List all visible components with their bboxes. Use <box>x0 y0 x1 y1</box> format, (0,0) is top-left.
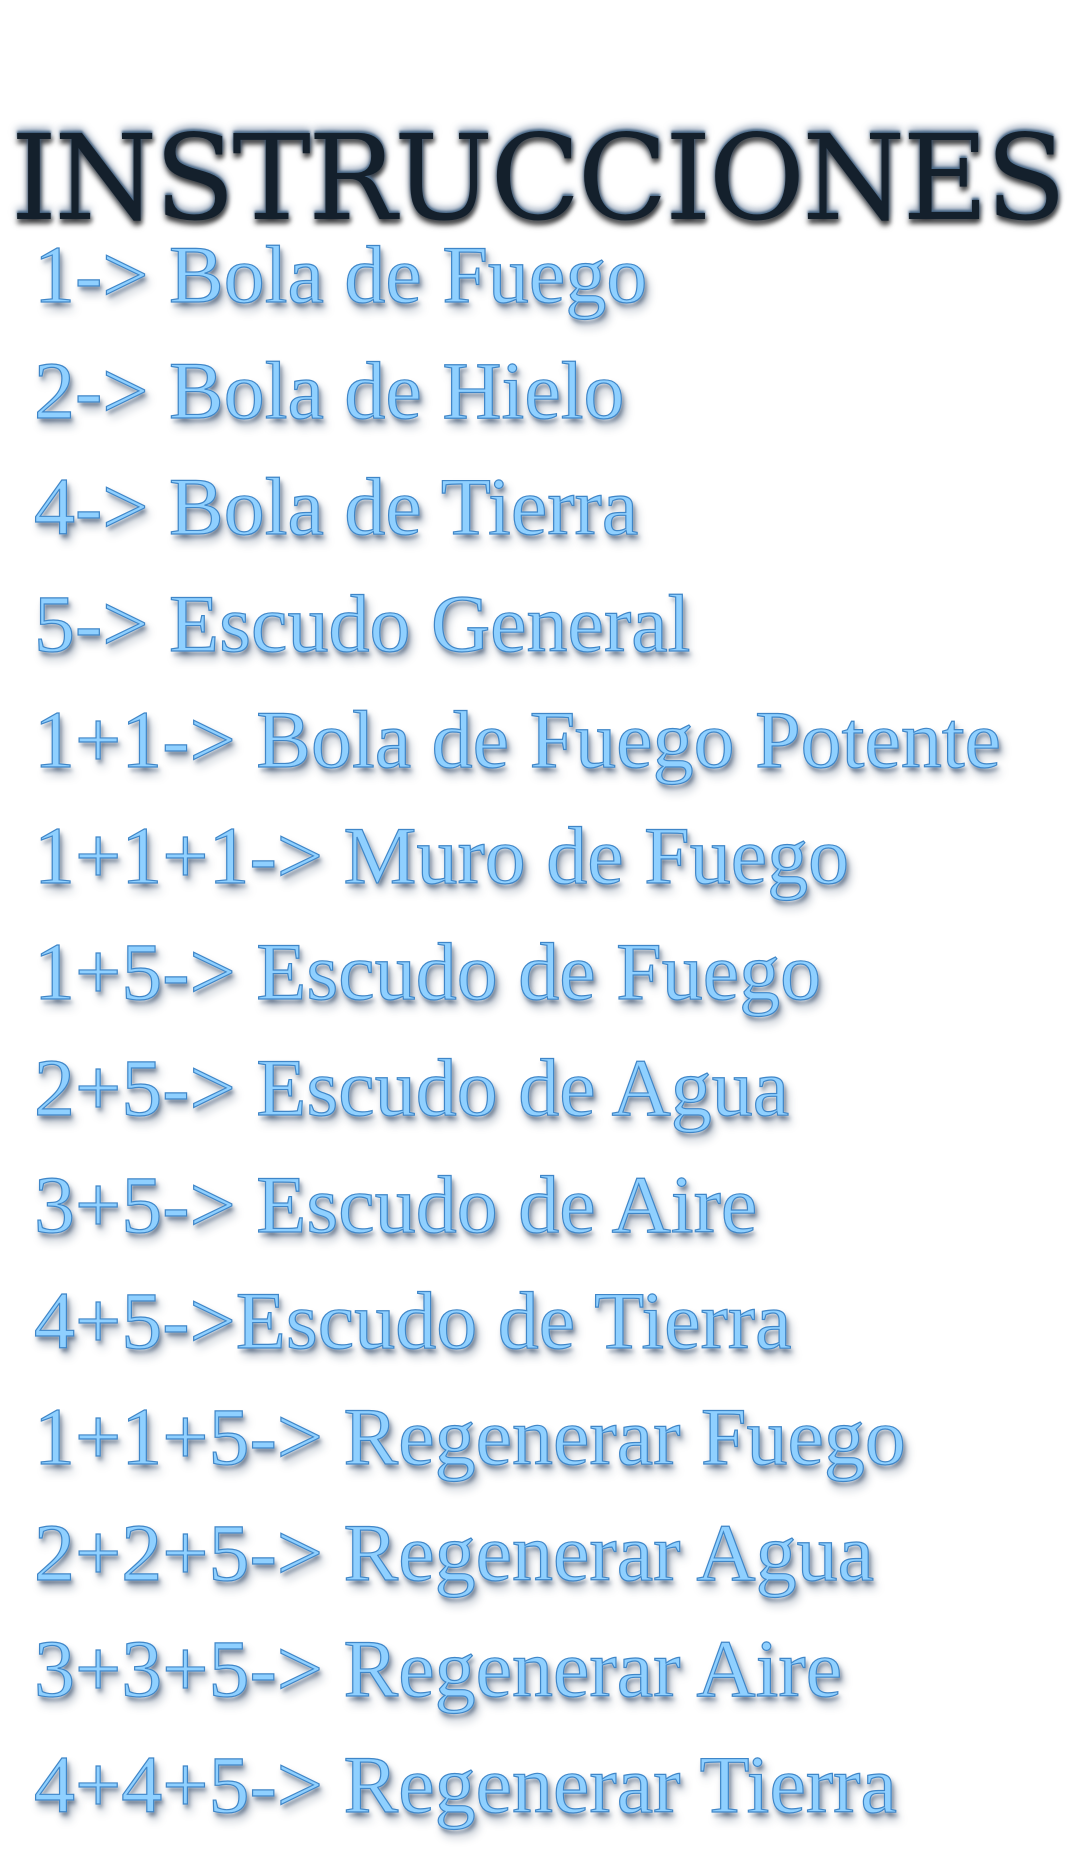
instruction-regenerate-water: 2+2+5-> Regenerar Agua <box>33 1507 875 1599</box>
instruction-regenerate-air: 3+3+5-> Regenerar Aire <box>33 1623 843 1715</box>
instructions-title: INSTRUCCIONES <box>10 109 1067 248</box>
instruction-fire-wall: 1+1+1-> Muro de Fuego <box>33 809 850 901</box>
instruction-air-shield: 3+5-> Escudo de Aire <box>33 1158 758 1250</box>
instruction-fire-shield: 1+5-> Escudo de Fuego <box>33 926 822 1018</box>
instruction-earth-shield: 4+5->Escudo de Tierra <box>33 1274 792 1366</box>
instruction-water-shield: 2+5-> Escudo de Agua <box>33 1042 790 1134</box>
instruction-general-shield: 5-> Escudo General <box>33 577 691 669</box>
instruction-regenerate-fire: 1+1+5-> Regenerar Fuego <box>33 1390 906 1482</box>
instruction-earth-ball: 4-> Bola de Tierra <box>33 461 639 553</box>
instructions-list: 1-> Bola de Fuego 2-> Bola de Hielo 4-> … <box>33 229 1002 1859</box>
instruction-ice-ball: 2-> Bola de Hielo <box>33 345 625 437</box>
instruction-fire-ball: 1-> Bola de Fuego <box>33 229 648 320</box>
instruction-regenerate-earth: 4+4+5-> Regenerar Tierra <box>33 1739 897 1831</box>
instruction-powerful-fire-ball: 1+1-> Bola de Fuego Potente <box>33 693 1002 785</box>
